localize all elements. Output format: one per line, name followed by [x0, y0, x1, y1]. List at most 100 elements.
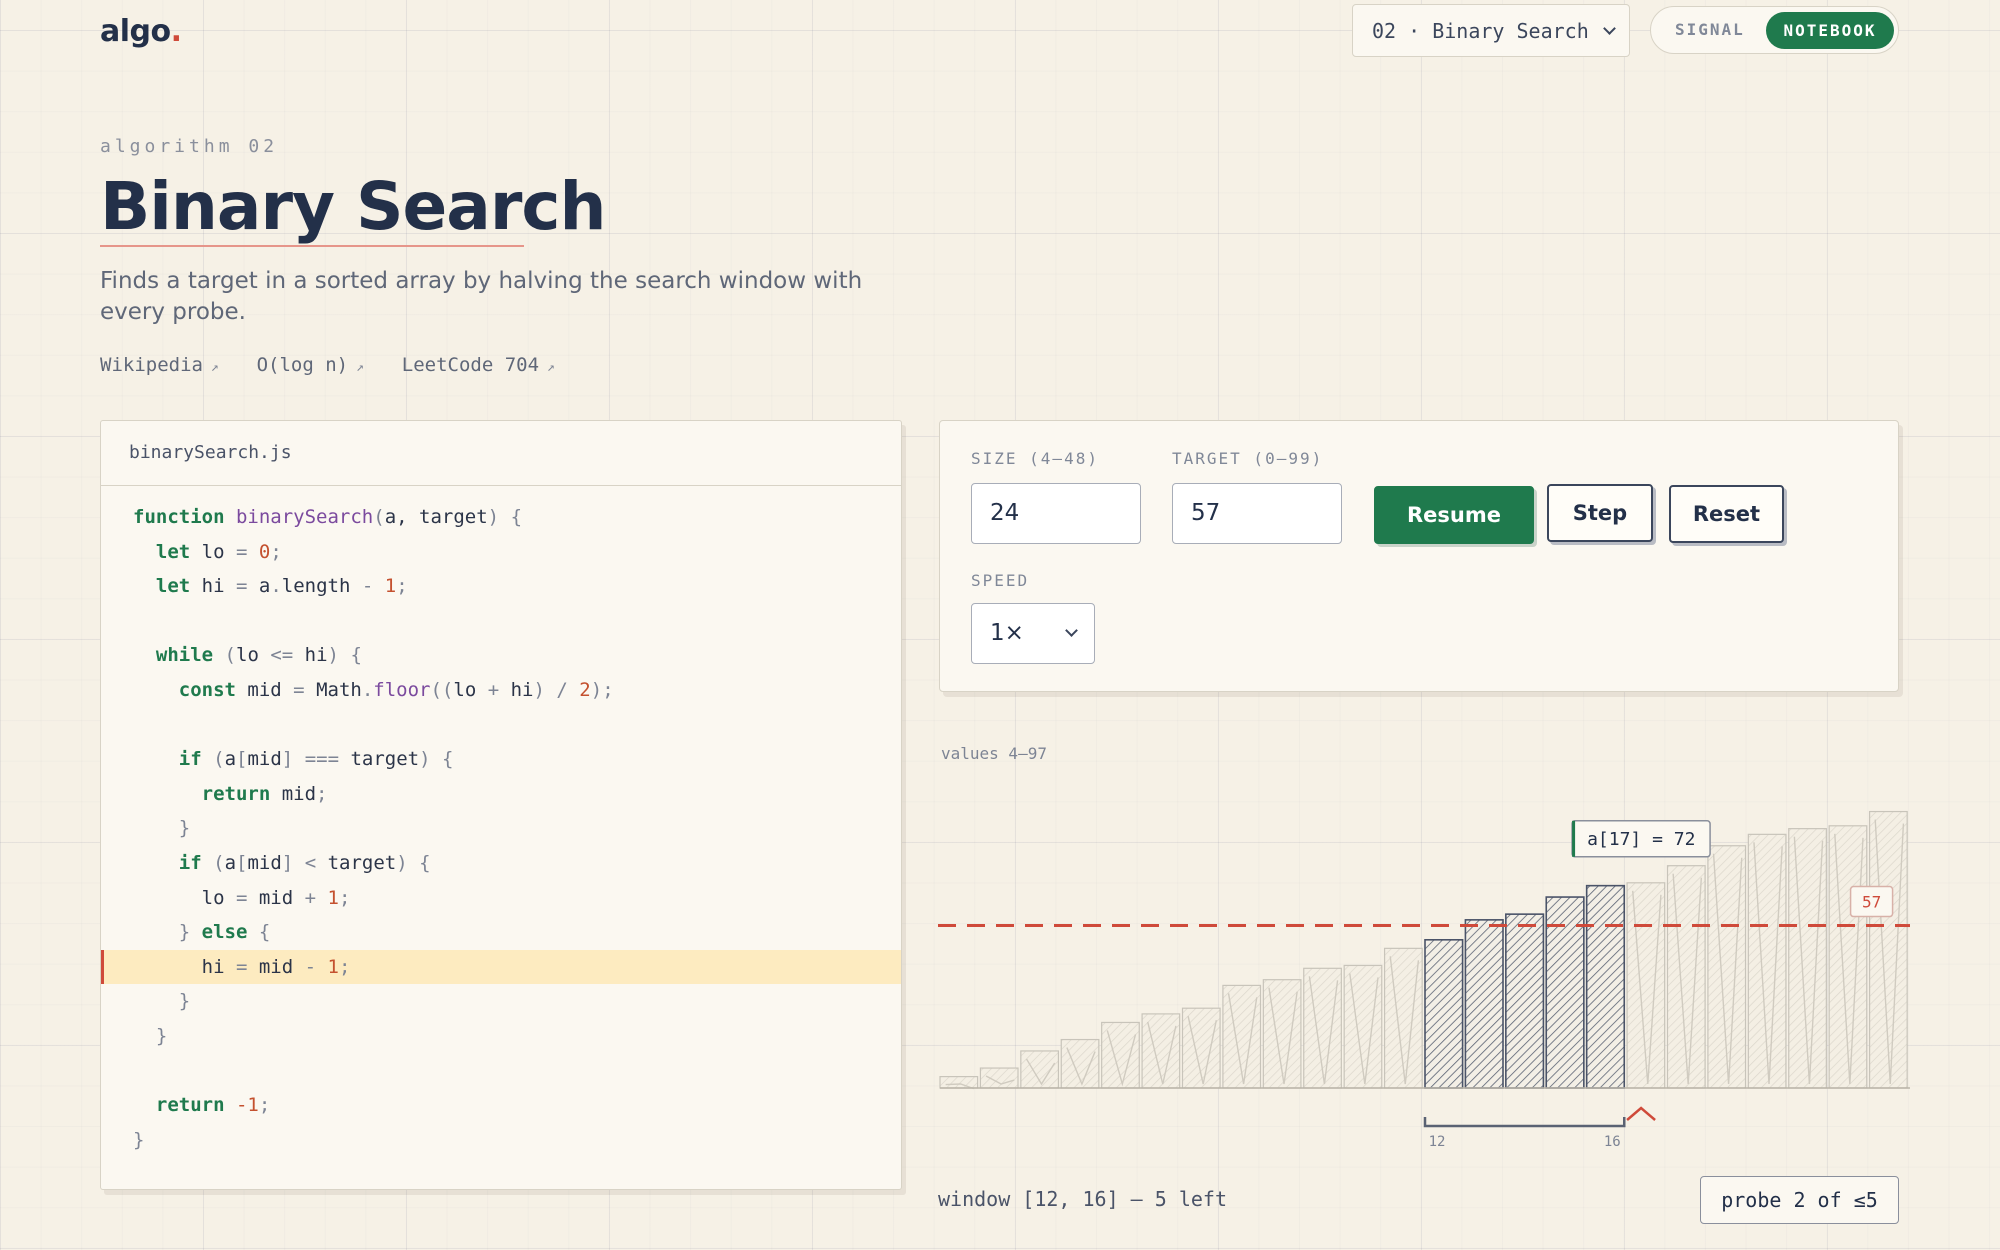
code-token: 1 — [327, 886, 339, 909]
probe-counter-badge: probe 2 of ≤5 — [1700, 1176, 1899, 1224]
code-token: binarySearch — [235, 506, 374, 528]
code-token: < — [304, 851, 317, 874]
code-line: let lo = 0; — [101, 535, 901, 570]
resume-button[interactable]: Resume — [1374, 486, 1534, 544]
code-token: lo — [190, 540, 236, 563]
code-token: } — [178, 990, 191, 1013]
code-token: ) — [327, 644, 339, 667]
code-token: const — [178, 678, 236, 701]
logo-dot: . — [170, 14, 182, 49]
code-line: } else { — [101, 915, 901, 950]
code-token: 1 — [327, 955, 339, 978]
complexity-link[interactable]: O(log n) — [257, 354, 364, 376]
code-token: if — [178, 851, 202, 874]
code-token: - — [361, 575, 374, 598]
code-token: return — [201, 782, 271, 805]
code-line: return mid; — [101, 777, 901, 812]
code-token: + — [304, 886, 317, 909]
code-token: 2 — [579, 678, 591, 701]
code-line: } — [101, 1019, 901, 1054]
code-line: const mid = Math.floor((lo + hi) / 2); — [101, 673, 901, 708]
algorithm-select[interactable]: 02 · Binary Search — [1352, 4, 1630, 57]
window-lo-label: 12 — [1429, 1134, 1446, 1150]
code-token: ( — [224, 644, 236, 667]
code-line: } — [101, 984, 901, 1019]
probe-value-label: a[17] = 72 — [1587, 829, 1695, 850]
page-title: Binary Search — [100, 168, 606, 245]
window-hi-label: 16 — [1604, 1134, 1621, 1150]
code-token: hi — [499, 678, 534, 701]
bar-in-window — [1505, 913, 1545, 1089]
window-bracket — [1423, 1117, 1626, 1128]
code-token: { — [510, 506, 523, 528]
code-line: if (a[mid] === target) { — [101, 742, 901, 777]
speed-select[interactable]: 1× — [971, 603, 1095, 664]
code-token: a, target — [384, 506, 488, 528]
code-token: - — [304, 955, 317, 978]
code-token: = — [235, 955, 248, 978]
size-label: SIZE (4–48) — [971, 449, 1099, 468]
code-token: = — [293, 678, 305, 701]
code-token: { — [258, 921, 271, 944]
step-button[interactable]: Step — [1547, 484, 1653, 542]
mode-notebook-option[interactable]: NOTEBOOK — [1766, 12, 1894, 49]
wikipedia-link[interactable]: Wikipedia — [100, 354, 219, 376]
code-token: } — [133, 1128, 145, 1151]
code-token: ; — [396, 575, 408, 598]
code-token: [ — [236, 851, 248, 874]
code-token: } — [178, 921, 191, 944]
title-underline — [100, 245, 524, 247]
code-token: ) — [396, 851, 408, 874]
bar-in-window — [1464, 919, 1504, 1089]
reset-button[interactable]: Reset — [1669, 485, 1784, 543]
code-token: hi — [133, 955, 236, 978]
controls-panel: SIZE (4–48) 24 TARGET (0–99) 57 Resume S… — [939, 420, 1899, 692]
code-line: } — [101, 1123, 901, 1158]
bar-in-window — [1585, 884, 1626, 1089]
leetcode-link[interactable]: LeetCode 704 — [402, 354, 555, 376]
code-token: lo — [133, 886, 236, 909]
code-token: <= — [270, 644, 294, 667]
code-token: ( — [213, 851, 225, 874]
code-token: ; — [270, 540, 282, 563]
size-input[interactable]: 24 — [971, 483, 1141, 544]
bar — [1020, 1050, 1060, 1089]
code-token: ; — [338, 886, 351, 909]
code-token: ; — [338, 955, 351, 978]
code-token: return — [155, 1094, 225, 1117]
values-range-label: values 4–97 — [941, 744, 1047, 763]
code-line: lo = mid + 1; — [101, 881, 901, 916]
code-token: { — [419, 851, 431, 874]
code-token: ; — [316, 782, 328, 805]
algorithm-select-value: 02 · Binary Search — [1372, 18, 1589, 43]
bar — [979, 1067, 1019, 1089]
probe-callout: a[17] = 72 — [1571, 820, 1711, 858]
logo-text: algo — [100, 14, 171, 49]
array-bar-chart: 57 a[17] = 72 12 16 — [938, 810, 1910, 1150]
code-token: if — [178, 748, 202, 771]
code-token: target — [316, 851, 397, 874]
code-panel: binarySearch.js function binarySearch(a,… — [100, 420, 902, 1190]
mode-toggle[interactable]: SIGNAL NOTEBOOK — [1650, 6, 1899, 54]
code-line: } — [101, 811, 901, 846]
code-line-active: hi = mid - 1; — [101, 949, 901, 985]
code-line: while (lo <= hi) { — [101, 638, 901, 673]
logo[interactable]: algo. — [100, 14, 182, 49]
target-input[interactable]: 57 — [1172, 483, 1342, 544]
mode-signal-option[interactable]: SIGNAL — [1675, 20, 1745, 39]
